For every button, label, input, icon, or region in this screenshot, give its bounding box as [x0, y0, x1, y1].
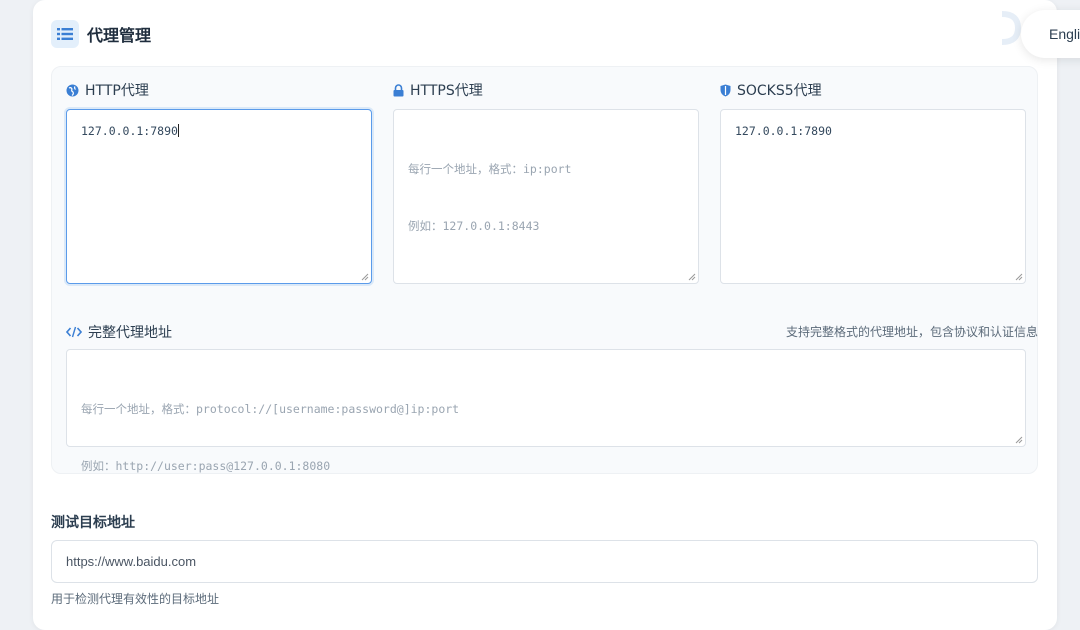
full-proxy-hint: 支持完整格式的代理地址，包含协议和认证信息: [785, 325, 1038, 339]
https-proxy-label: HTTPS代理: [410, 83, 483, 99]
language-toggle-label: Engli: [1049, 26, 1080, 42]
proxy-management-card: 代理管理 HTTP代理 127.0.0.1:7890 HTTPS代理 每行一个地…: [33, 0, 1057, 630]
full-proxy-textarea[interactable]: 每行一个地址，格式：protocol://[username:password@…: [66, 349, 1026, 473]
full-proxy-placeholder-line1: 每行一个地址，格式：protocol://[username:password@…: [81, 402, 460, 416]
shield-icon: [720, 84, 731, 97]
https-proxy-placeholder-line2: 例如：127.0.0.1:8443: [408, 219, 540, 233]
https-proxy-placeholder-line1: 每行一个地址，格式：ip:port: [408, 162, 572, 176]
socks5-proxy-textarea[interactable]: 127.0.0.1:7890: [720, 109, 1026, 284]
globe-icon: [66, 84, 79, 97]
http-proxy-value: 127.0.0.1:7890: [81, 124, 178, 138]
card-header: 代理管理: [51, 20, 151, 48]
lock-icon: [393, 83, 404, 97]
page-title: 代理管理: [87, 26, 152, 45]
https-proxy-group: HTTPS代理 每行一个地址，格式：ip:port 例如：127.0.0.1:8…: [393, 81, 699, 284]
test-target-value: https://www.baidu.com: [66, 554, 197, 569]
test-target-help: 用于检测代理有效性的目标地址: [51, 592, 220, 606]
list-icon: [51, 20, 79, 48]
test-target-input[interactable]: https://www.baidu.com: [51, 540, 1038, 583]
proxy-input-panel: HTTP代理 127.0.0.1:7890 HTTPS代理 每行一个地址，格式：…: [51, 66, 1038, 474]
resize-grip-icon[interactable]: [1015, 436, 1023, 444]
resize-grip-icon[interactable]: [361, 273, 369, 281]
code-icon: [66, 326, 82, 338]
resize-grip-icon[interactable]: [1015, 273, 1023, 281]
full-proxy-group: 完整代理地址 支持完整格式的代理地址，包含协议和认证信息 每行一个地址，格式：p…: [66, 323, 1038, 473]
http-proxy-label-row: HTTP代理: [66, 81, 372, 99]
https-proxy-textarea[interactable]: 每行一个地址，格式：ip:port 例如：127.0.0.1:8443: [393, 109, 699, 284]
full-proxy-placeholder-line2: 例如：http://user:pass@127.0.0.1:8080: [81, 459, 331, 473]
test-target-label: 测试目标地址: [51, 515, 135, 531]
decorative-ring-icon: [1001, 11, 1022, 45]
resize-grip-icon[interactable]: [688, 273, 696, 281]
http-proxy-label: HTTP代理: [85, 83, 149, 99]
http-proxy-textarea[interactable]: 127.0.0.1:7890: [66, 109, 372, 284]
text-cursor: [177, 124, 179, 137]
socks5-proxy-label-row: SOCKS5代理: [720, 81, 1026, 99]
language-toggle-button[interactable]: Engli: [1021, 10, 1080, 58]
socks5-proxy-value: 127.0.0.1:7890: [735, 124, 832, 138]
https-proxy-label-row: HTTPS代理: [393, 81, 699, 99]
socks5-proxy-label: SOCKS5代理: [737, 83, 822, 99]
socks5-proxy-group: SOCKS5代理 127.0.0.1:7890: [720, 81, 1026, 284]
http-proxy-group: HTTP代理 127.0.0.1:7890: [66, 81, 372, 284]
full-proxy-label: 完整代理地址: [88, 325, 172, 341]
